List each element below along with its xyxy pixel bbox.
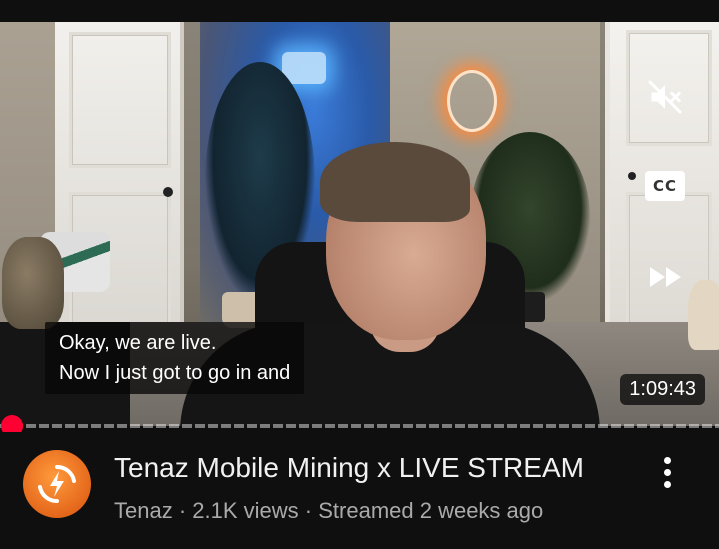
progress-bar[interactable] bbox=[0, 415, 719, 437]
channel-name[interactable]: Tenaz bbox=[114, 498, 173, 523]
avatar[interactable] bbox=[23, 450, 91, 518]
captions-overlay: Okay, we are live. Now I just got to go … bbox=[45, 322, 305, 394]
video-info: Tenaz Mobile Mining x LIVE STREAM Tenaz … bbox=[0, 432, 719, 549]
closed-captions-icon: CC bbox=[645, 171, 685, 201]
channel-logo-icon bbox=[38, 464, 76, 504]
caption-line: Now I just got to go in and bbox=[59, 362, 291, 384]
more-vertical-icon[interactable] bbox=[652, 452, 682, 492]
closed-captions-button[interactable]: CC bbox=[643, 170, 687, 202]
view-count: 2.1K views bbox=[192, 498, 299, 523]
fast-forward-icon[interactable] bbox=[646, 260, 686, 294]
progress-track[interactable] bbox=[0, 424, 719, 428]
stream-date: Streamed 2 weeks ago bbox=[318, 498, 544, 523]
mute-icon[interactable] bbox=[645, 77, 685, 117]
separator: · bbox=[298, 498, 319, 523]
video-player[interactable]: CC Okay, we are live. Now I just got to … bbox=[0, 22, 719, 426]
video-metadata: Tenaz · 2.1K views · Streamed 2 weeks ag… bbox=[114, 498, 543, 524]
caption-line: Okay, we are live. bbox=[59, 332, 217, 354]
separator: · bbox=[172, 498, 193, 523]
video-duration-badge: 1:09:43 bbox=[620, 374, 705, 405]
video-title[interactable]: Tenaz Mobile Mining x LIVE STREAM bbox=[114, 452, 584, 484]
